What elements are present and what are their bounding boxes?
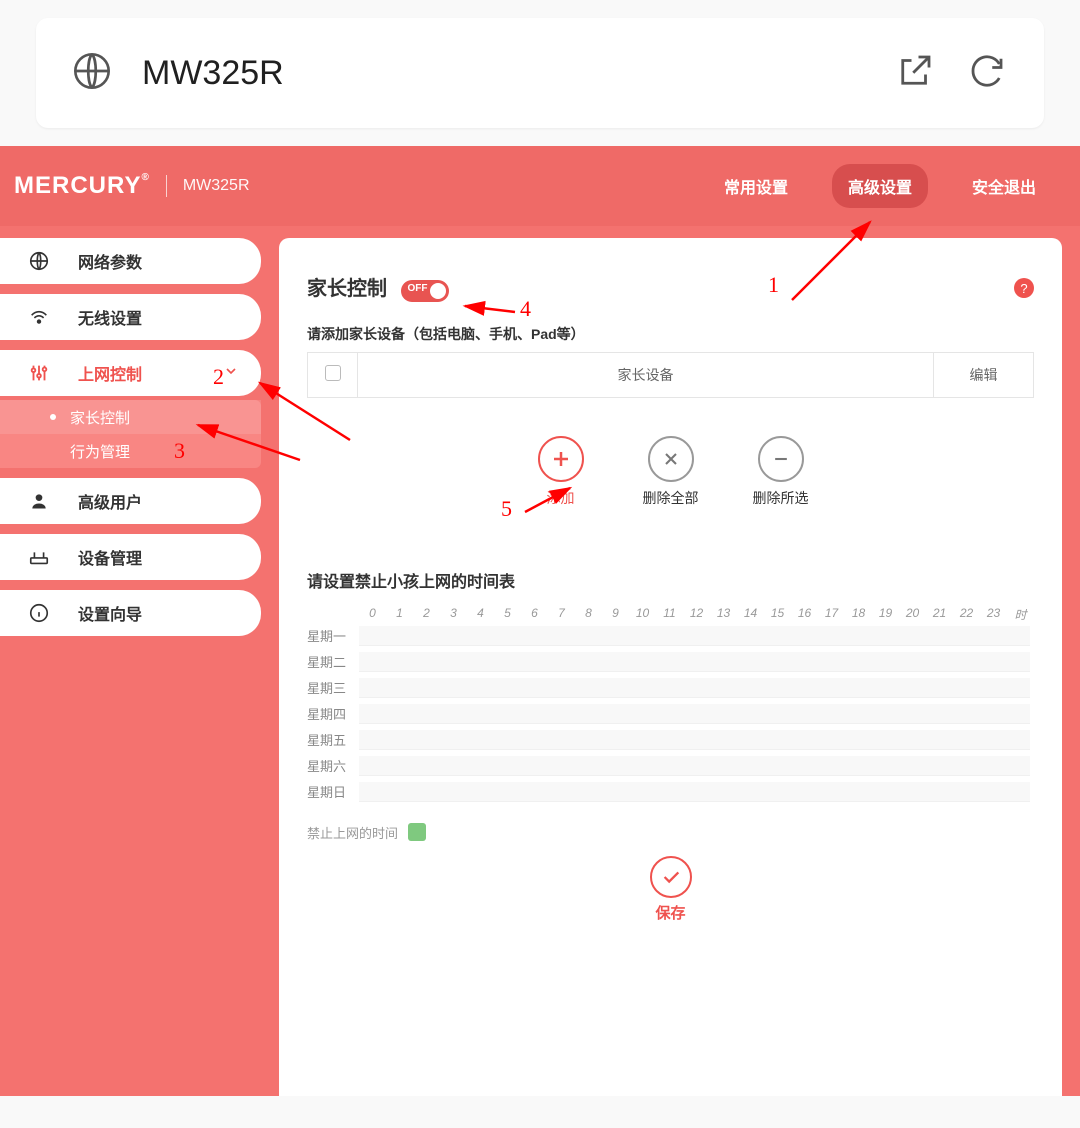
schedule-grid[interactable]: 01234567891011121314151617181920212223时 … [307, 606, 1034, 805]
brand-logo: MERCURY® [14, 172, 150, 200]
wifi-icon [28, 306, 50, 328]
day-label: 星期四 [307, 704, 359, 723]
sliders-icon [28, 362, 50, 384]
bullet-icon [50, 414, 56, 420]
divider [166, 175, 167, 197]
save-label: 保存 [655, 902, 685, 923]
sidebar-label: 网络参数 [78, 249, 142, 273]
day-label: 星期日 [307, 782, 359, 801]
browser-address-bar: MW325R [36, 18, 1044, 128]
add-device-hint: 请添加家长设备（包括电脑、手机、Pad等） [307, 324, 1034, 344]
sidebar-label: 高级用户 [78, 489, 142, 513]
sidebar-label: 无线设置 [78, 305, 142, 329]
share-icon[interactable] [894, 50, 936, 97]
page-title: MW325R [142, 54, 894, 93]
delete-selected-button[interactable]: 删除所选 [740, 436, 822, 508]
close-icon [648, 436, 694, 482]
day-grid[interactable] [359, 678, 1030, 698]
chevron-down-icon [223, 363, 239, 384]
parental-toggle[interactable]: OFF [401, 280, 449, 302]
col-device: 家长设备 [358, 352, 934, 397]
save-button[interactable]: 保存 [641, 856, 701, 923]
sidebar-label: 设置向导 [78, 601, 142, 625]
sub-label: 家长控制 [70, 407, 130, 428]
day-grid[interactable] [359, 782, 1030, 802]
schedule-day-row[interactable]: 星期一 [307, 623, 1034, 649]
day-grid[interactable] [359, 626, 1030, 646]
content-panel: ? 家长控制 OFF 请添加家长设备（包括电脑、手机、Pad等） 家长设备 编辑… [279, 238, 1062, 1096]
sidebar-submenu: 家长控制 行为管理 [0, 400, 261, 468]
sidebar-item-wizard[interactable]: 设置向导 [0, 590, 261, 636]
action-label: 添加 [547, 488, 575, 508]
sidebar-label: 设备管理 [78, 545, 142, 569]
top-nav: 常用设置 高级设置 安全退出 [708, 164, 1052, 208]
day-grid[interactable] [359, 652, 1030, 672]
legend-swatch [408, 823, 426, 841]
day-grid[interactable] [359, 730, 1030, 750]
sidebar-item-network[interactable]: 网络参数 [0, 238, 261, 284]
main-layout: 网络参数 无线设置 上网控制 家长控制 行为管理 高级用户 设备管理 [0, 226, 1080, 1096]
sidebar-sub-behavior[interactable]: 行为管理 [0, 434, 261, 468]
minus-icon [758, 436, 804, 482]
device-table: 家长设备 编辑 [307, 352, 1034, 398]
hours-header: 01234567891011121314151617181920212223时 [307, 606, 1034, 623]
checkbox-icon[interactable] [325, 365, 341, 381]
header-model: MW325R [183, 177, 250, 195]
checkbox-header[interactable] [308, 352, 358, 397]
schedule-day-row[interactable]: 星期四 [307, 701, 1034, 727]
day-label: 星期六 [307, 756, 359, 775]
delete-all-button[interactable]: 删除全部 [630, 436, 712, 508]
refresh-icon[interactable] [966, 50, 1008, 97]
section-title: 家长控制 [307, 272, 387, 301]
router-icon [28, 546, 50, 568]
action-row: 添加 删除全部 删除所选 [307, 436, 1034, 508]
tab-advanced-settings[interactable]: 高级设置 [832, 164, 928, 208]
app-header: MERCURY® MW325R 常用设置 高级设置 安全退出 [0, 146, 1080, 226]
help-icon[interactable]: ? [1014, 278, 1034, 298]
legend: 禁止上网的时间 [307, 823, 1034, 842]
day-label: 星期三 [307, 678, 359, 697]
schedule-day-row[interactable]: 星期三 [307, 675, 1034, 701]
day-label: 星期五 [307, 730, 359, 749]
globe-icon [28, 250, 50, 272]
globe-icon [72, 51, 112, 96]
sidebar-label: 上网控制 [78, 361, 142, 385]
check-icon [650, 856, 692, 898]
col-edit: 编辑 [934, 352, 1034, 397]
sidebar-item-wireless[interactable]: 无线设置 [0, 294, 261, 340]
add-button[interactable]: 添加 [520, 436, 602, 508]
sidebar: 网络参数 无线设置 上网控制 家长控制 行为管理 高级用户 设备管理 [0, 238, 261, 1096]
schedule-day-row[interactable]: 星期二 [307, 649, 1034, 675]
tab-common-settings[interactable]: 常用设置 [708, 164, 804, 208]
sidebar-sub-parental[interactable]: 家长控制 [0, 400, 261, 434]
day-label: 星期二 [307, 652, 359, 671]
action-label: 删除所选 [753, 488, 809, 508]
sidebar-item-advanced-user[interactable]: 高级用户 [0, 478, 261, 524]
plus-icon [538, 436, 584, 482]
sub-label: 行为管理 [70, 441, 130, 462]
tab-logout[interactable]: 安全退出 [956, 164, 1052, 208]
schedule-day-row[interactable]: 星期六 [307, 753, 1034, 779]
day-label: 星期一 [307, 626, 359, 645]
day-grid[interactable] [359, 704, 1030, 724]
action-label: 删除全部 [643, 488, 699, 508]
sidebar-item-access-control[interactable]: 上网控制 [0, 350, 261, 396]
user-icon [28, 491, 50, 511]
sidebar-item-device[interactable]: 设备管理 [0, 534, 261, 580]
day-grid[interactable] [359, 756, 1030, 776]
legend-label: 禁止上网的时间 [307, 823, 398, 842]
schedule-day-row[interactable]: 星期日 [307, 779, 1034, 805]
info-icon [28, 602, 50, 624]
schedule-day-row[interactable]: 星期五 [307, 727, 1034, 753]
schedule-title: 请设置禁止小孩上网的时间表 [307, 568, 1034, 592]
